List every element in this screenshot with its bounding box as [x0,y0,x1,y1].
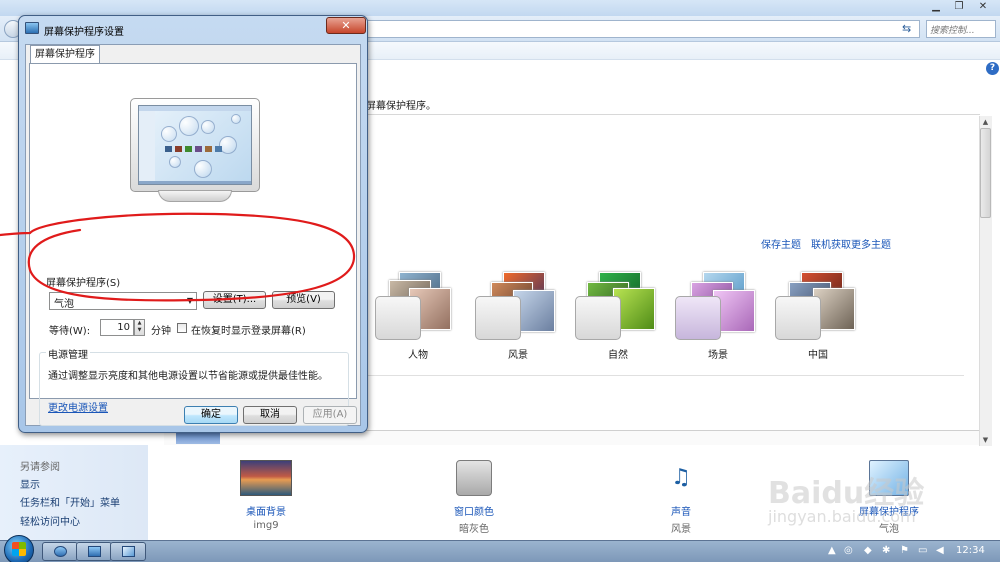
divider [366,375,964,376]
screensaver-settings-icon [25,22,39,34]
network-icon[interactable]: ◎ [844,545,853,556]
theme-people[interactable]: 人物 [373,272,463,362]
window-titlebar: ▁ ❐ ✕ [0,0,1000,16]
change-power-settings-link[interactable]: 更改电源设置 [48,399,108,414]
watermark-logo: Baidu经验 [768,476,925,511]
tab-screensaver[interactable]: 屏幕保护程序 [30,45,100,64]
scroll-thumb[interactable] [980,128,991,218]
wait-unit-label: 分钟 [151,326,171,337]
sidebar-item-taskbar[interactable]: 任务栏和「开始」菜单 [20,494,120,509]
screensaver-group-label: 屏幕保护程序(S) [46,278,121,289]
theme-landscape[interactable]: 风景 [473,272,563,362]
desktop-background-label: 桌面背景 [246,507,286,518]
close-button[interactable]: ✕ [972,0,994,14]
screensaver-settings-dialog: 屏幕保护程序设置 ✕ 屏幕保护程序 屏幕保护程序(S) 气泡 ▼ 设置(T)..… [18,15,368,433]
help-icon[interactable]: ? [986,62,999,75]
window-color-icon [456,460,492,496]
scroll-up-arrow[interactable]: ▲ [980,118,991,126]
screensaver-icon [122,546,135,557]
sidebar-item-ease-of-access[interactable]: 轻松访问中心 [20,513,80,528]
theme-thumbnail [373,272,463,340]
monitor-icon[interactable]: ▭ [918,545,927,556]
theme-nature[interactable]: 自然 [573,272,663,362]
volume-icon[interactable]: ◀ [936,545,944,556]
sound-value: 风景 [671,524,691,535]
theme-thumbnail [773,272,863,340]
tray-expand-icon[interactable]: ▲ [828,545,836,556]
tab-panel: 屏幕保护程序(S) 气泡 ▼ 设置(T)... 预览(V) 等待(W): 10 … [29,63,357,426]
internet-explorer-icon [54,546,67,557]
taskbar: ▲ ◎ ◆ ✱ ⚑ ▭ ◀ 12:34 [0,535,1000,562]
window-color-label: 窗口颜色 [454,507,494,518]
dialog-title: 屏幕保护程序设置 [44,27,124,38]
chevron-down-icon: ▼ [186,296,193,305]
theme-china[interactable]: 中国 [773,272,863,362]
scroll-down-arrow[interactable]: ▼ [980,436,991,444]
sound-item[interactable]: ♫ 声音 风景 [626,460,736,535]
clock[interactable]: 12:34 [956,545,985,556]
wait-minutes-input[interactable]: 10 [100,319,134,336]
wait-label: 等待(W): [49,326,91,337]
screensaver-select-value: 气泡 [54,299,74,310]
minimize-button[interactable]: ▁ [925,0,947,14]
windows-logo-icon [12,542,26,556]
refresh-icon[interactable]: ⇆ [902,22,911,35]
window-color-value: 暗灰色 [459,524,489,535]
page-description: 屏幕保护程序。 [366,101,436,112]
theme-thumbnail [473,272,563,340]
taskbar-screensaver-button[interactable] [110,542,146,561]
maximize-button[interactable]: ❐ [948,0,970,14]
preview-monitor [130,98,260,206]
watermark-url: jingyan.baidu.com [768,507,916,526]
theme-label: 场景 [708,350,728,361]
power-group-label: 电源管理 [46,346,90,361]
ok-button[interactable]: 确定 [184,406,238,424]
desktop-background-item[interactable]: 桌面背景 img9 [211,460,321,532]
screensaver-select[interactable]: 气泡 ▼ [49,292,197,310]
taskbar-control-panel-button[interactable] [76,542,112,561]
preview-screen [138,105,252,185]
taskbar-ie-button[interactable] [42,542,78,561]
theme-scenes[interactable]: 场景 [673,272,763,362]
resume-login-checkbox[interactable] [177,323,187,333]
window-color-item[interactable]: 窗口颜色 暗灰色 [419,460,529,535]
apply-button[interactable]: 应用(A) [303,406,357,424]
theme-thumbnail[interactable] [176,432,220,444]
wait-minutes-stepper[interactable]: ▲ ▼ [134,319,145,336]
bluetooth-icon[interactable]: ✱ [882,545,890,556]
theme-thumbnail [573,272,663,340]
theme-label: 自然 [608,350,628,361]
get-more-themes-link[interactable]: 联机获取更多主题 [811,236,891,251]
start-button[interactable] [4,535,34,562]
sound-icon: ♫ [671,465,691,490]
sound-label: 声音 [671,507,691,518]
theme-label: 风景 [508,350,528,361]
security-icon[interactable]: ◆ [864,545,872,556]
see-also-heading: 另请参阅 [20,462,60,473]
desktop-background-icon [240,460,292,496]
divider [366,114,980,115]
theme-label: 人物 [408,350,428,361]
preview-button[interactable]: 预览(V) [272,291,335,309]
control-panel-icon [88,546,101,557]
power-description: 通过调整显示亮度和其他电源设置以节省能源或提供最佳性能。 [48,371,328,382]
dialog-body: 屏幕保护程序 屏幕保护程序(S) 气泡 ▼ 设置(T)... 预览(V) 等待(… [25,44,361,426]
desktop-background-value: img9 [253,520,279,531]
resume-login-label[interactable]: 在恢复时显示登录屏幕(R) [191,322,306,337]
action-center-icon[interactable]: ⚑ [900,545,909,556]
theme-label: 中国 [808,350,828,361]
theme-thumbnail [673,272,763,340]
search-input[interactable]: 搜索控制... [926,20,996,38]
sidebar-item-display[interactable]: 显示 [20,476,40,491]
cancel-button[interactable]: 取消 [243,406,297,424]
close-button[interactable]: ✕ [326,17,366,34]
settings-button[interactable]: 设置(T)... [203,291,266,309]
save-theme-link[interactable]: 保存主题 [761,236,801,251]
